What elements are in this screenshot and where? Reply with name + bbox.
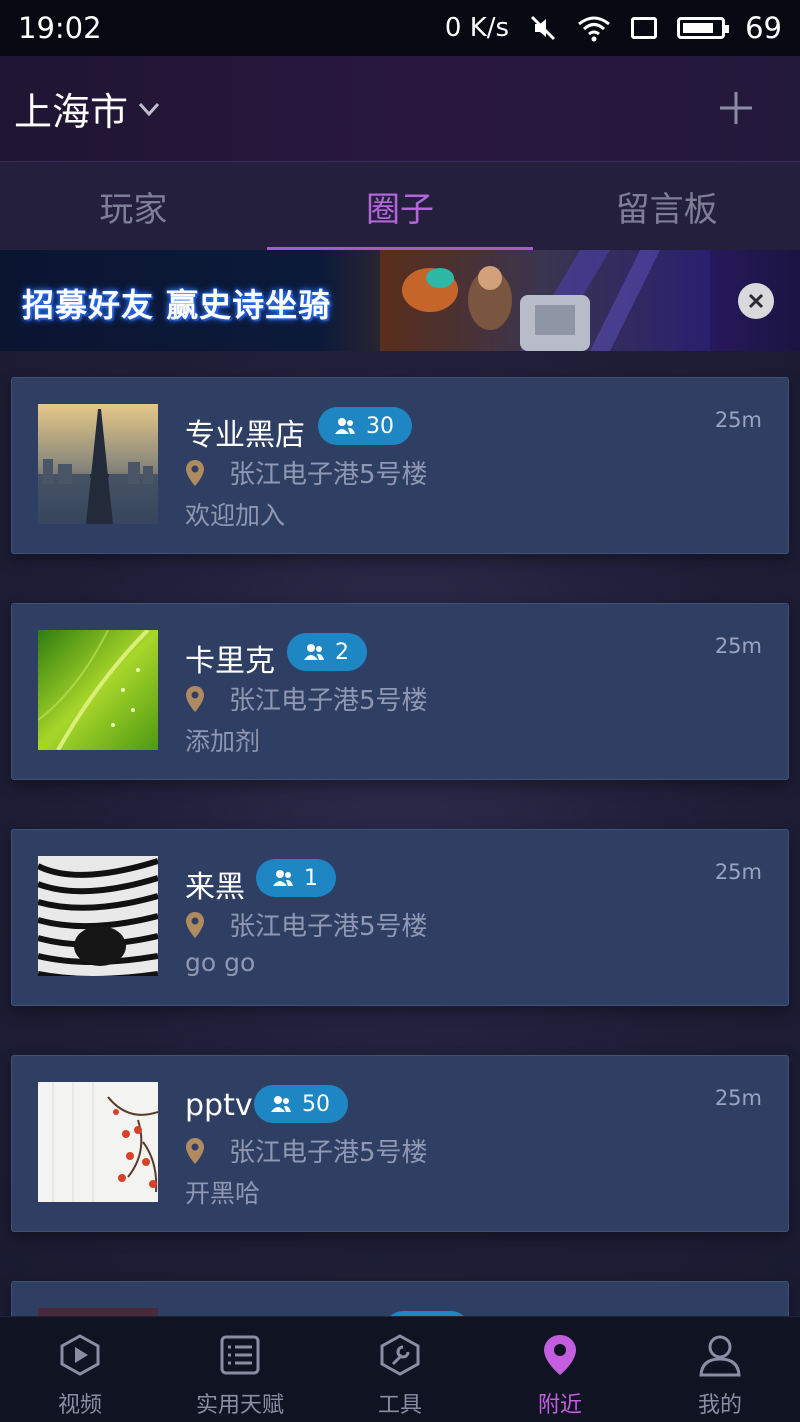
tab-circles[interactable]: 圈子 (266, 162, 534, 250)
location-pin-icon (186, 459, 204, 486)
distance: 25m (714, 1086, 762, 1110)
promo-banner[interactable]: 招募好友 赢史诗坐骑 (0, 250, 800, 351)
members-icon (271, 1096, 291, 1112)
member-count: 1 (304, 865, 318, 891)
list-icon (220, 1335, 260, 1375)
address: 张江电子港5号楼 (229, 912, 428, 942)
status-bar: 19:02 0 K/s 69 (0, 0, 800, 56)
nav-label: 我的 (697, 1393, 742, 1418)
banner-close-icon[interactable] (738, 283, 774, 319)
location-row: 张江电子港5号楼 (185, 454, 428, 491)
net-speed: 0 K/s (444, 13, 510, 43)
distance: 25m (714, 408, 762, 432)
location-pin-icon (544, 1335, 576, 1375)
members-icon (273, 870, 293, 886)
distance: 25m (714, 860, 762, 884)
circle-description: go go (185, 948, 256, 977)
circle-name: 卡里克 (185, 644, 275, 679)
user-icon (699, 1335, 741, 1377)
wrench-icon (380, 1334, 420, 1376)
circle-card[interactable]: 来黑 1 25m 张江电子港5号楼 go go (11, 829, 789, 1006)
tab-message-board[interactable]: 留言板 (533, 162, 800, 250)
location-row: 张江电子港5号楼 (185, 906, 428, 943)
nav-profile[interactable]: 我的 (640, 1317, 800, 1422)
sim-icon (631, 17, 658, 39)
banner-artwork (380, 250, 710, 351)
distance: 25m (714, 634, 762, 658)
address: 张江电子港5号楼 (229, 686, 428, 716)
location-pin-icon (186, 911, 204, 938)
status-time: 19:02 (18, 11, 102, 45)
circle-thumbnail (38, 1082, 158, 1202)
nav-nearby[interactable]: 附近 (480, 1317, 640, 1422)
nav-tools[interactable]: 工具 (320, 1317, 480, 1422)
member-count-badge: 50 (254, 1085, 348, 1123)
tab-players[interactable]: 玩家 (0, 162, 267, 250)
circle-thumbnail (38, 630, 158, 750)
circle-card[interactable]: 卡里克 2 25m 张江电子港5号楼 添加剂 (11, 603, 789, 780)
city-selector[interactable]: 上海市 (14, 81, 160, 136)
member-count: 30 (366, 413, 394, 439)
member-count: 50 (302, 1091, 330, 1117)
circle-thumbnail (38, 404, 158, 524)
members-icon (304, 644, 324, 660)
wifi-icon (577, 14, 611, 42)
location-pin-icon (186, 1137, 204, 1164)
nav-label: 实用天赋 (195, 1393, 284, 1418)
circle-description: 添加剂 (185, 727, 261, 756)
circle-description: 开黑哈 (185, 1179, 261, 1208)
circle-name: pptv (185, 1088, 253, 1123)
header: 上海市 (0, 56, 800, 161)
nav-label: 视频 (57, 1393, 102, 1418)
add-icon[interactable] (716, 88, 756, 128)
nav-talents[interactable]: 实用天赋 (160, 1317, 320, 1422)
member-count-badge: 30 (318, 407, 412, 445)
tab-bar: 玩家 圈子 留言板 (0, 161, 800, 250)
location-row: 张江电子港5号楼 (185, 680, 428, 717)
location-pin-icon (186, 685, 204, 712)
address: 张江电子港5号楼 (229, 1138, 428, 1168)
nav-label: 附近 (537, 1393, 582, 1418)
circle-name: 来黑 (185, 870, 245, 905)
circle-description: 欢迎加入 (185, 501, 286, 530)
battery-icon (677, 17, 730, 39)
circle-card-partial[interactable] (11, 1281, 789, 1316)
circle-card[interactable]: pptv 50 25m 张江电子港5号楼 开黑哈 (11, 1055, 789, 1232)
city-name: 上海市 (14, 90, 129, 134)
mute-icon (529, 14, 557, 42)
battery-level: 69 (745, 11, 782, 45)
members-icon (335, 418, 355, 434)
location-row: 张江电子港5号楼 (185, 1132, 428, 1169)
member-count-badge: 1 (256, 859, 336, 897)
nav-label: 工具 (377, 1393, 422, 1418)
circle-card[interactable]: 专业黑店 30 25m 张江电子港5号楼 欢迎加入 (11, 377, 789, 554)
circle-thumbnail (38, 856, 158, 976)
banner-text: 招募好友 赢史诗坐骑 (22, 286, 332, 324)
bottom-nav: 视频 实用天赋 工具 附近 我的 (0, 1316, 800, 1422)
circle-thumbnail (38, 1308, 158, 1316)
circle-name: 专业黑店 (185, 418, 305, 453)
chevron-down-icon (138, 102, 160, 116)
circle-list: 专业黑店 30 25m 张江电子港5号楼 欢迎加入 卡里克 2 25m 张江电子… (0, 351, 800, 1316)
member-count-badge: 2 (287, 633, 367, 671)
member-count: 2 (335, 639, 349, 665)
video-icon (60, 1334, 100, 1376)
nav-video[interactable]: 视频 (0, 1317, 160, 1422)
address: 张江电子港5号楼 (229, 460, 428, 490)
